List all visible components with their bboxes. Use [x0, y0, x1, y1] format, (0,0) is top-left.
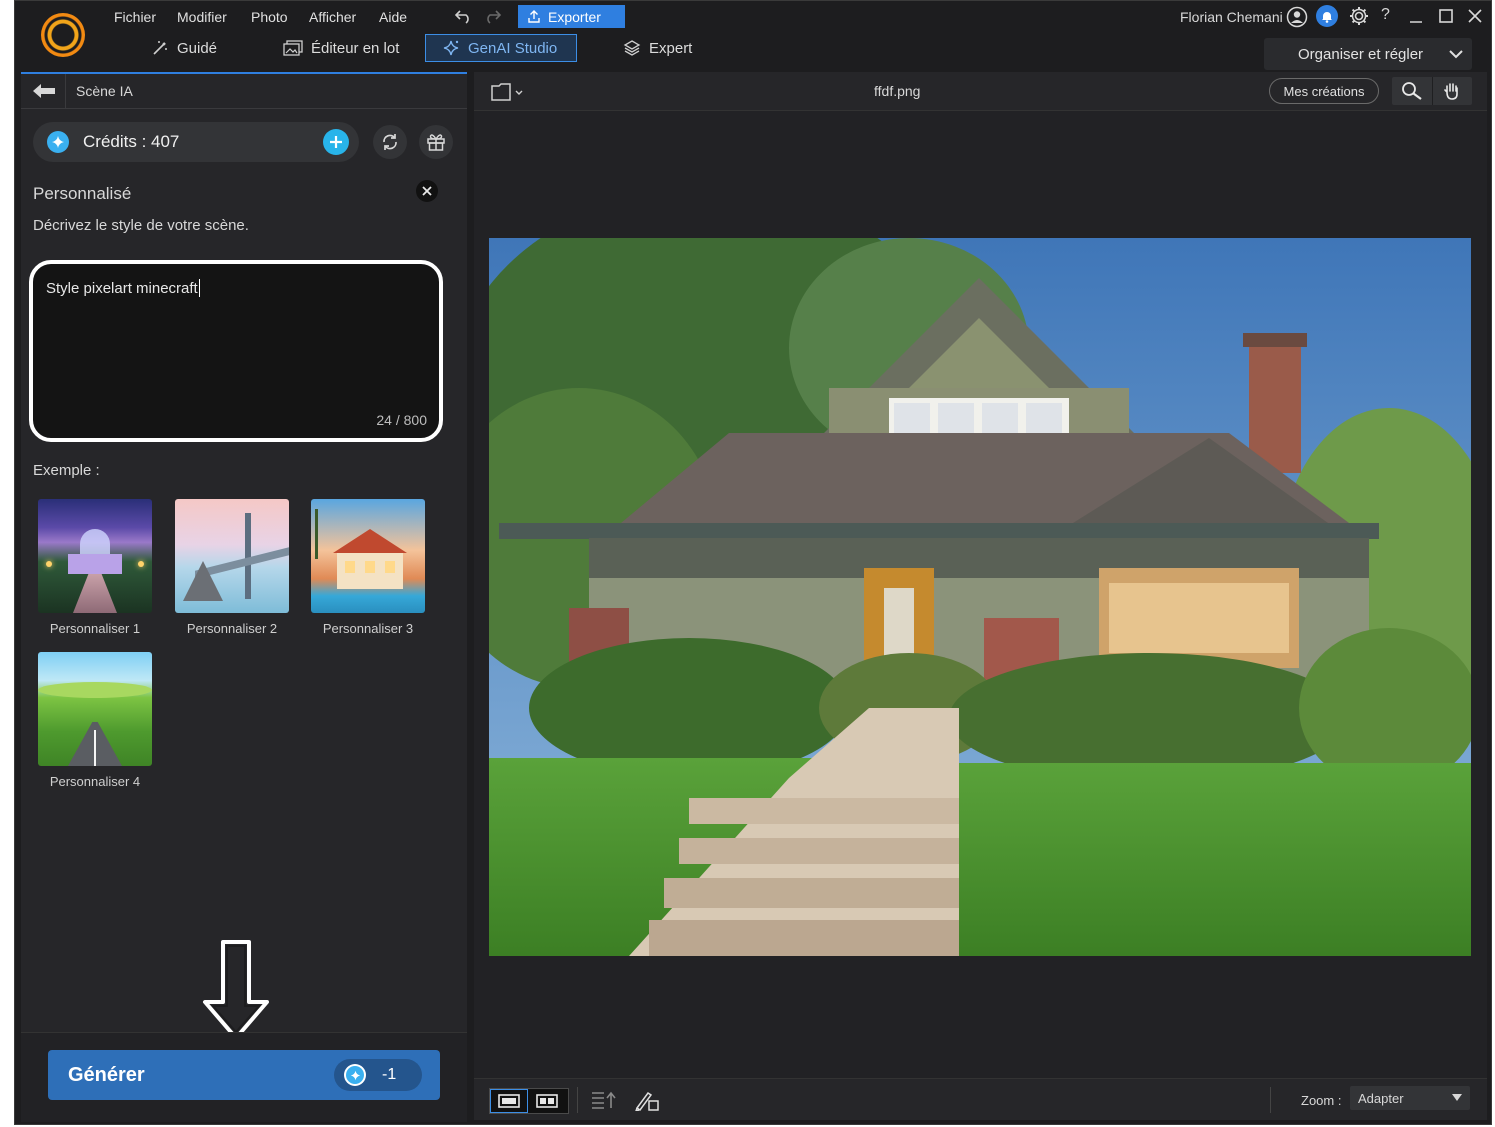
- gift-icon[interactable]: [419, 125, 453, 159]
- example-label-4: Personnaliser 4: [49, 774, 141, 789]
- examples-label: Exemple :: [33, 462, 100, 479]
- align-list-icon[interactable]: [590, 1089, 618, 1116]
- export-label: Exporter: [548, 8, 601, 25]
- app-logo: [41, 13, 85, 57]
- user-name: Florian Chemani: [1180, 9, 1283, 25]
- account-icon[interactable]: [1286, 6, 1308, 33]
- mode-expert[interactable]: Expert: [607, 34, 717, 62]
- credit-token-icon: [344, 1064, 366, 1086]
- single-view-icon[interactable]: [490, 1089, 528, 1113]
- mode-genai-studio[interactable]: GenAI Studio: [425, 34, 577, 62]
- view-mode-group: [489, 1088, 569, 1114]
- mode-genai-label: GenAI Studio: [468, 39, 558, 57]
- example-label-1: Personnaliser 1: [49, 621, 141, 636]
- prompt-text-wrap: Style pixelart minecraft: [46, 279, 200, 297]
- example-label-3: Personnaliser 3: [322, 621, 414, 636]
- section-title: Personnalisé: [33, 184, 132, 203]
- main-photo: [489, 238, 1471, 956]
- generate-label: Générer: [68, 1063, 145, 1086]
- example-item-2[interactable]: Personnaliser 2: [175, 499, 289, 636]
- mode-batch-label: Éditeur en lot: [311, 39, 400, 57]
- magic-wand-icon: [153, 41, 167, 55]
- refresh-icon[interactable]: [373, 125, 407, 159]
- generate-cost: -1: [382, 1066, 397, 1083]
- redo-icon[interactable]: [483, 7, 503, 30]
- notification-bell-icon[interactable]: [1316, 5, 1338, 27]
- shield-star-icon: [47, 131, 69, 153]
- triangle-down-icon: [1452, 1094, 1462, 1101]
- plus-circle-icon[interactable]: [323, 129, 349, 155]
- sparkle-icon: [443, 40, 459, 56]
- close-window-icon[interactable]: [1467, 8, 1483, 29]
- text-cursor: [198, 279, 200, 297]
- folder-icon[interactable]: [490, 82, 524, 107]
- viewer-bottom-bar: Zoom :: [474, 1078, 1487, 1120]
- close-section-icon[interactable]: [416, 180, 438, 202]
- settings-gear-icon[interactable]: [1348, 5, 1370, 32]
- bottom-divider-2: [1270, 1087, 1271, 1113]
- panel-title: Scène IA: [76, 83, 133, 99]
- zoom-search-icon[interactable]: [1392, 77, 1433, 105]
- prompt-textarea[interactable]: Style pixelart minecraft 24 / 800: [29, 260, 443, 442]
- maximize-icon[interactable]: [1438, 8, 1454, 29]
- view-tool-group: [1392, 77, 1472, 105]
- credits-bar: Crédits : 407: [33, 122, 359, 162]
- example-item-4[interactable]: Personnaliser 4: [38, 652, 152, 789]
- app-window: Fichier Modifier Photo Afficher Aide Exp…: [14, 0, 1492, 1125]
- file-name: ffdf.png: [874, 83, 921, 99]
- example-thumb-1: [38, 499, 152, 613]
- pan-hand-icon[interactable]: [1433, 77, 1473, 105]
- mode-batch[interactable]: Éditeur en lot: [267, 34, 417, 62]
- batch-editor-icon: [283, 40, 303, 56]
- example-item-1[interactable]: Personnaliser 1: [38, 499, 152, 636]
- viewer-header: ffdf.png Mes créations: [474, 72, 1487, 111]
- example-thumb-4: [38, 652, 152, 766]
- example-thumb-3: [311, 499, 425, 613]
- minimize-icon[interactable]: [1408, 9, 1424, 30]
- down-arrow-icon: [201, 940, 271, 1047]
- section-description: Décrivez le style de votre scène.: [33, 217, 249, 234]
- menu-afficher[interactable]: Afficher: [309, 9, 356, 25]
- organiser-dropdown[interactable]: Organiser et régler: [1264, 38, 1472, 70]
- compare-view-icon[interactable]: [528, 1089, 566, 1113]
- example-label-2: Personnaliser 2: [186, 621, 278, 636]
- generate-button[interactable]: Générer -1: [48, 1050, 440, 1100]
- zoom-label: Zoom :: [1301, 1093, 1342, 1108]
- credits-label: Crédits : 407: [83, 132, 180, 151]
- bottom-divider-1: [577, 1087, 578, 1113]
- mode-expert-label: Expert: [649, 39, 693, 57]
- mode-guided[interactable]: Guidé: [135, 34, 245, 62]
- help-icon[interactable]: ?: [1381, 6, 1390, 24]
- scene-ia-panel: Scène IA Crédits : 407 Personnalisé Décr…: [21, 72, 467, 1122]
- upload-icon: [528, 10, 540, 23]
- mes-creations-button[interactable]: Mes créations: [1269, 78, 1379, 104]
- chevron-down-icon: [1449, 50, 1463, 59]
- layers-icon: [623, 40, 641, 56]
- brush-eraser-icon[interactable]: [634, 1089, 660, 1116]
- example-thumb-2: [175, 499, 289, 613]
- undo-icon[interactable]: [453, 7, 473, 30]
- zoom-select[interactable]: Adapter: [1350, 1086, 1470, 1110]
- menu-modifier[interactable]: Modifier: [177, 9, 227, 25]
- viewer-panel: ffdf.png Mes créations Zoom: Adapter: [474, 72, 1487, 1120]
- mode-guided-label: Guidé: [177, 39, 218, 57]
- menu-photo[interactable]: Photo: [251, 9, 288, 25]
- menu-fichier[interactable]: Fichier: [114, 9, 156, 25]
- prompt-text: Style pixelart minecraft: [46, 279, 198, 297]
- generate-cost-badge: -1: [334, 1059, 422, 1091]
- organiser-label: Organiser et régler: [1298, 45, 1424, 63]
- zoom-value: Adapter: [1358, 1090, 1404, 1106]
- char-counter: 24 / 800: [376, 412, 427, 428]
- menu-aide[interactable]: Aide: [379, 9, 407, 25]
- example-item-3[interactable]: Personnaliser 3: [311, 499, 425, 636]
- panel-header: Scène IA: [21, 74, 467, 109]
- export-button[interactable]: Exporter: [518, 5, 625, 28]
- header-divider: [65, 74, 66, 108]
- back-arrow-icon[interactable]: [31, 82, 57, 100]
